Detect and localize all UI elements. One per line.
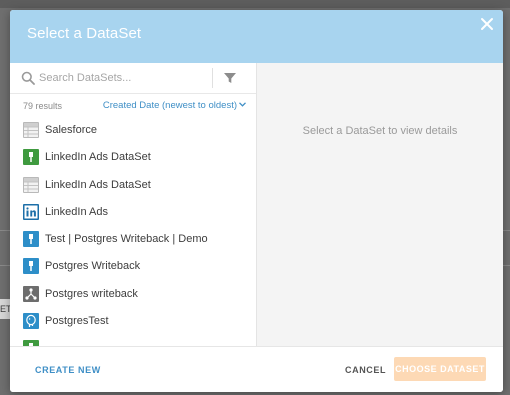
sort-dropdown[interactable]: Created Date (newest to oldest) bbox=[103, 100, 246, 111]
connector-icon bbox=[23, 231, 39, 248]
list-item[interactable]: LinkedIn Ads DataSet bbox=[10, 172, 256, 199]
dataset-name: LinkedIn Ads DataSet bbox=[45, 151, 151, 164]
dataset-name: Postgres writeback bbox=[45, 287, 138, 300]
list-item[interactable]: Postgres Writeback bbox=[10, 253, 256, 280]
close-icon[interactable] bbox=[479, 16, 495, 32]
list-item[interactable]: LinkedIn Ads DataSet bbox=[10, 144, 256, 171]
dataset-name: PostgresTest bbox=[45, 315, 109, 328]
choose-dataset-button[interactable]: CHOOSE DATASET bbox=[394, 357, 486, 381]
details-placeholder: Select a DataSet to view details bbox=[302, 125, 458, 137]
dataset-name: Salesforce bbox=[45, 124, 97, 136]
results-bar: 79 results Created Date (newest to oldes… bbox=[10, 97, 256, 115]
search-divider bbox=[212, 68, 213, 88]
dataflow-icon bbox=[23, 285, 39, 302]
cancel-button[interactable]: CANCEL bbox=[345, 365, 386, 375]
chevron-down-icon bbox=[239, 102, 246, 107]
dataset-details-pane: Select a DataSet to view details bbox=[257, 63, 503, 346]
dataset-name: Postgres Writeback bbox=[45, 260, 141, 273]
list-item[interactable]: Test | Postgres Writeback | Demo bbox=[10, 226, 256, 253]
connector-icon bbox=[23, 149, 39, 166]
connector-icon bbox=[23, 258, 39, 275]
backdrop-header-bar bbox=[0, 0, 510, 8]
dataset-list: Salesforce LinkedIn Ads DataSet LinkedIn… bbox=[10, 117, 256, 346]
modal-title: Select a DataSet bbox=[27, 25, 142, 42]
table-icon bbox=[23, 176, 39, 193]
search-input[interactable] bbox=[39, 69, 209, 87]
modal-header: Select a DataSet bbox=[10, 10, 503, 63]
search-bar bbox=[10, 63, 256, 94]
list-item[interactable]: LinkedIn Ads bbox=[10, 199, 256, 226]
dataset-name: LinkedIn Ads bbox=[45, 205, 108, 218]
select-dataset-modal: Select a DataSet 79 results Created Date… bbox=[10, 10, 503, 392]
dataset-name: LinkedIn Ads DataSet bbox=[45, 178, 151, 191]
table-icon bbox=[23, 122, 39, 138]
search-icon bbox=[21, 71, 35, 85]
postgres-icon bbox=[23, 313, 39, 330]
list-item[interactable] bbox=[10, 335, 256, 346]
list-item[interactable]: PostgresTest bbox=[10, 308, 256, 335]
dataset-list-pane: 79 results Created Date (newest to oldes… bbox=[10, 63, 257, 346]
linkedin-icon bbox=[23, 203, 39, 220]
filter-icon[interactable] bbox=[223, 71, 237, 85]
dataset-name: Test | Postgres Writeback | Demo bbox=[45, 233, 208, 246]
create-new-button[interactable]: CREATE NEW bbox=[35, 365, 101, 375]
list-item[interactable]: Postgres writeback bbox=[10, 281, 256, 308]
list-item[interactable]: Salesforce bbox=[10, 117, 256, 144]
sort-label: Created Date (newest to oldest) bbox=[102, 100, 237, 111]
results-count: 79 results bbox=[23, 101, 63, 111]
backdrop-partial-text: ET bbox=[0, 299, 10, 319]
modal-footer: CREATE NEW CANCEL CHOOSE DATASET bbox=[10, 346, 503, 392]
